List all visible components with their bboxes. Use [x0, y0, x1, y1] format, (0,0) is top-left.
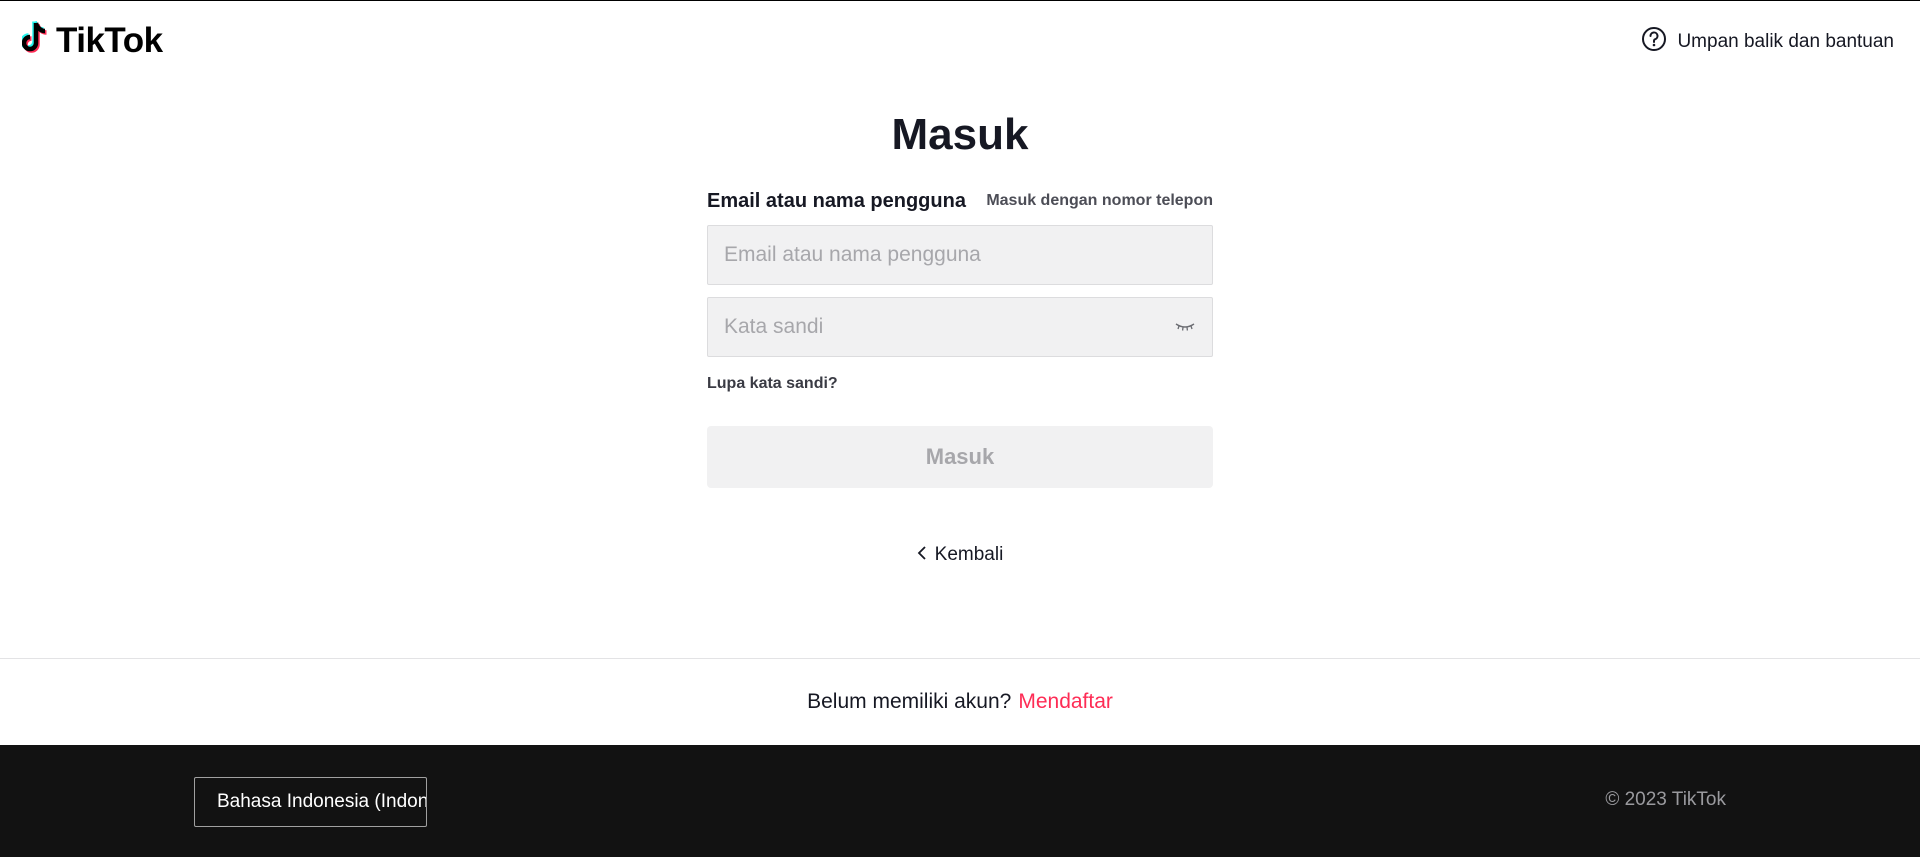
chevron-left-icon — [917, 545, 927, 566]
email-input[interactable] — [724, 243, 1196, 267]
login-container: Masuk Email atau nama pengguna Masuk den… — [0, 84, 1920, 658]
signup-link[interactable]: Mendaftar — [1018, 690, 1113, 714]
header: TikTok Umpan balik dan bantuan — [0, 0, 1920, 84]
help-label: Umpan balik dan bantuan — [1677, 30, 1894, 52]
phone-login-link[interactable]: Masuk dengan nomor telepon — [986, 192, 1213, 210]
tiktok-note-icon — [20, 20, 52, 61]
email-field-label: Email atau nama pengguna — [707, 189, 966, 212]
forgot-password-link[interactable]: Lupa kata sandi? — [707, 375, 1213, 393]
question-circle-icon — [1641, 26, 1667, 57]
password-input[interactable] — [724, 315, 1174, 339]
logo-text: TikTok — [56, 20, 163, 60]
language-select[interactable]: Bahasa Indonesia (Indonesia) — [194, 777, 427, 827]
login-form: Email atau nama pengguna Masuk dengan no… — [707, 190, 1213, 488]
language-value: Bahasa Indonesia (Indonesia) — [217, 791, 426, 812]
tiktok-logo[interactable]: TikTok — [20, 20, 163, 61]
eye-closed-icon[interactable] — [1174, 321, 1196, 333]
signup-prompt: Belum memiliki akun? Mendaftar — [0, 659, 1920, 745]
copyright: © 2023 TikTok — [1605, 789, 1726, 810]
back-label: Kembali — [934, 544, 1004, 565]
back-button[interactable]: Kembali — [917, 544, 1004, 566]
footer: Bahasa Indonesia (Indonesia) © 2023 TikT… — [0, 745, 1920, 857]
page-title: Masuk — [891, 110, 1029, 159]
login-submit-button[interactable]: Masuk — [707, 426, 1213, 488]
back-row: Kembali — [0, 544, 1920, 566]
signup-question: Belum memiliki akun? — [807, 690, 1012, 713]
feedback-help-link[interactable]: Umpan balik dan bantuan — [1641, 26, 1894, 57]
email-field-wrapper — [707, 225, 1213, 285]
password-field-wrapper — [707, 297, 1213, 357]
field-label-row: Email atau nama pengguna Masuk dengan no… — [707, 190, 1213, 212]
